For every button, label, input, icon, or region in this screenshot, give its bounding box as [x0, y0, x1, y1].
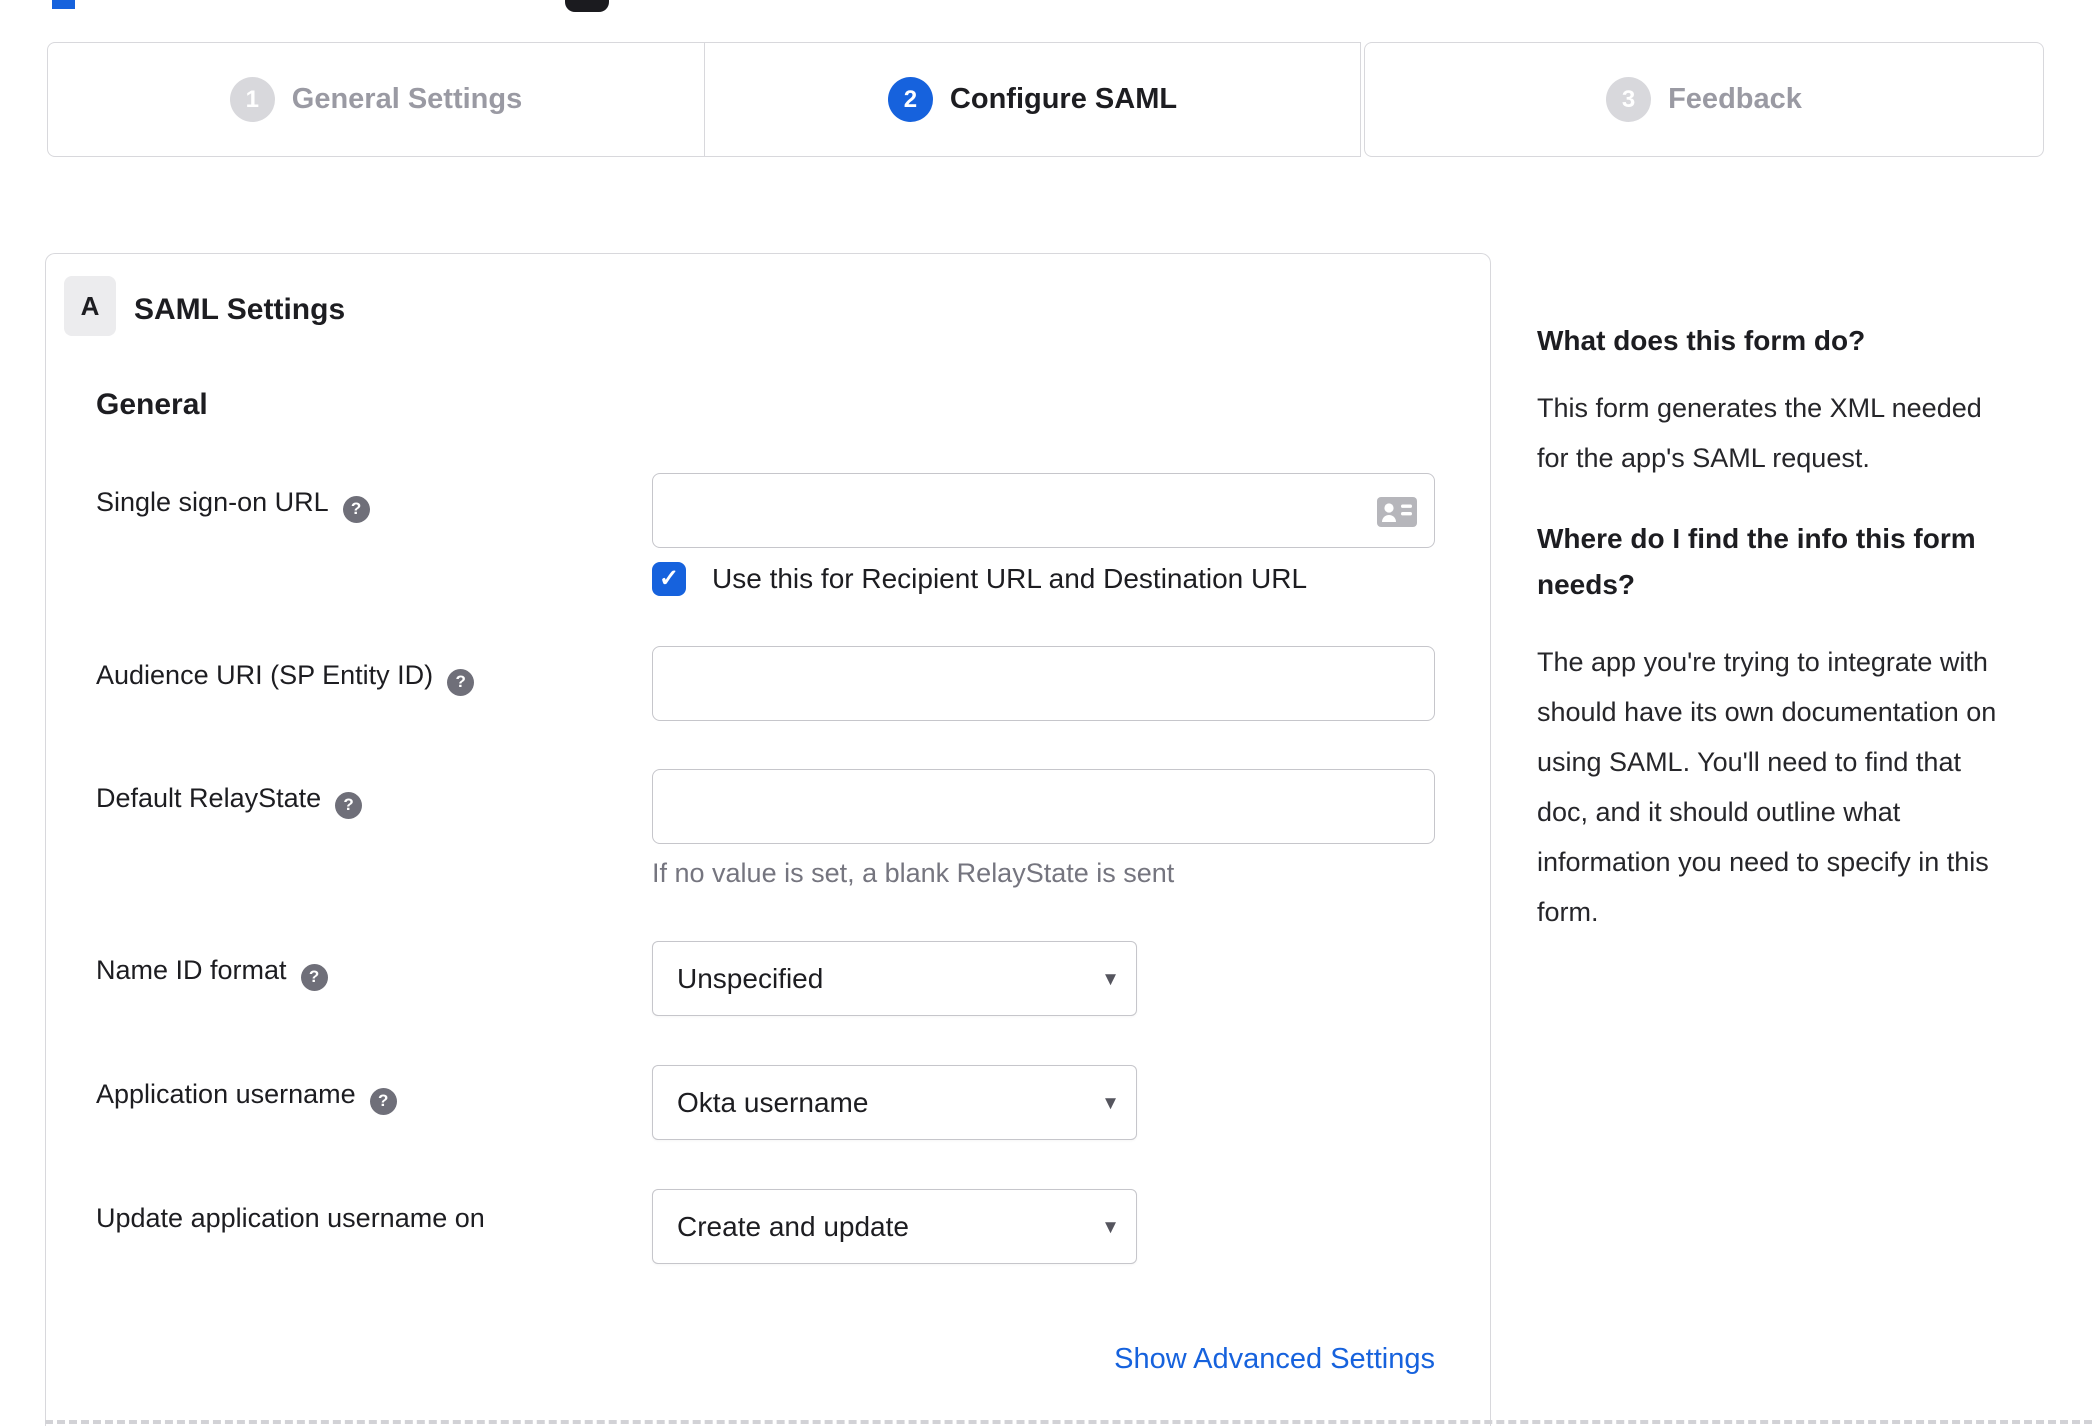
- section-a-badge: A: [64, 276, 116, 336]
- clipped-top-blue-shape: [52, 0, 75, 9]
- step-1-label: General Settings: [291, 83, 523, 115]
- section-title: SAML Settings: [134, 293, 346, 326]
- application-username-value: Okta username: [677, 1086, 869, 1118]
- help-icon[interactable]: ?: [369, 1087, 397, 1115]
- show-advanced-settings-link[interactable]: Show Advanced Settings: [1114, 1343, 1435, 1375]
- step-3-number-badge: 3: [1606, 77, 1652, 122]
- bottom-dashed-divider: [45, 1420, 2092, 1424]
- help-heading-where: Where do I find the info this form needs…: [1537, 523, 1976, 600]
- recipient-url-check-label: Use this for Recipient URL and Destinati…: [712, 563, 1308, 594]
- step-1-number-badge: 1: [229, 77, 275, 122]
- single-sign-on-url-input[interactable]: [653, 474, 1434, 547]
- name-id-format-label: Name ID format?: [96, 955, 328, 991]
- update-app-username-value: Create and update: [677, 1210, 909, 1242]
- step-feedback[interactable]: 3 Feedback: [1364, 42, 2044, 157]
- contact-card-icon: [1377, 497, 1417, 527]
- relaystate-hint: If no value is set, a blank RelayState i…: [652, 858, 1175, 888]
- audience-uri-input[interactable]: [653, 647, 1434, 720]
- saml-wizard-screen: 1 General Settings 2 Configure SAML 3 Fe…: [0, 0, 2092, 1426]
- group-title-general: General: [96, 388, 208, 421]
- step-2-label: Configure SAML: [949, 83, 1178, 115]
- advanced-link-wrap: Show Advanced Settings: [652, 1343, 1435, 1376]
- help-icon[interactable]: ?: [342, 495, 370, 523]
- saml-settings-panel: A SAML Settings General Single sign-on U…: [45, 253, 1491, 1426]
- audience-uri-input-box: [652, 646, 1435, 721]
- help-heading-what: What does this form do?: [1537, 325, 1866, 356]
- check-icon: ✓: [658, 565, 680, 592]
- default-relaystate-input[interactable]: [653, 770, 1434, 843]
- recipient-url-check-row: ✓ Use this for Recipient URL and Destina…: [652, 562, 1435, 596]
- wizard-stepper: 1 General Settings 2 Configure SAML 3 Fe…: [47, 42, 2045, 157]
- step-configure-saml[interactable]: 2 Configure SAML: [704, 42, 1361, 157]
- use-for-recipient-destination-checkbox[interactable]: ✓: [652, 562, 686, 596]
- step-2-number-badge: 2: [887, 77, 933, 122]
- help-icon[interactable]: ?: [300, 963, 328, 991]
- default-relaystate-input-box: [652, 769, 1435, 844]
- chevron-down-icon: ▾: [1104, 964, 1116, 990]
- step-3-label: Feedback: [1668, 83, 1802, 115]
- help-icon[interactable]: ?: [335, 791, 363, 819]
- clipped-top-dark-shape: [565, 0, 609, 12]
- chevron-down-icon: ▾: [1104, 1088, 1116, 1114]
- application-username-select[interactable]: Okta username ▾: [652, 1065, 1137, 1140]
- audience-uri-label: Audience URI (SP Entity ID)?: [96, 660, 475, 696]
- step-general-settings[interactable]: 1 General Settings: [47, 42, 705, 157]
- help-icon[interactable]: ?: [447, 668, 475, 696]
- application-username-label: Application username?: [96, 1079, 397, 1115]
- name-id-format-select[interactable]: Unspecified ▾: [652, 941, 1137, 1016]
- update-app-username-select[interactable]: Create and update ▾: [652, 1189, 1137, 1264]
- help-body-where: The app you're trying to integrate with …: [1537, 647, 1997, 927]
- default-relaystate-label: Default RelayState?: [96, 783, 363, 819]
- single-sign-on-url-label: Single sign-on URL?: [96, 487, 370, 523]
- update-app-username-label: Update application username on: [96, 1203, 485, 1233]
- name-id-format-value: Unspecified: [677, 962, 824, 994]
- help-body-what: This form generates the XML needed for t…: [1537, 393, 1982, 473]
- chevron-down-icon: ▾: [1104, 1212, 1116, 1238]
- single-sign-on-url-input-box: [652, 473, 1435, 548]
